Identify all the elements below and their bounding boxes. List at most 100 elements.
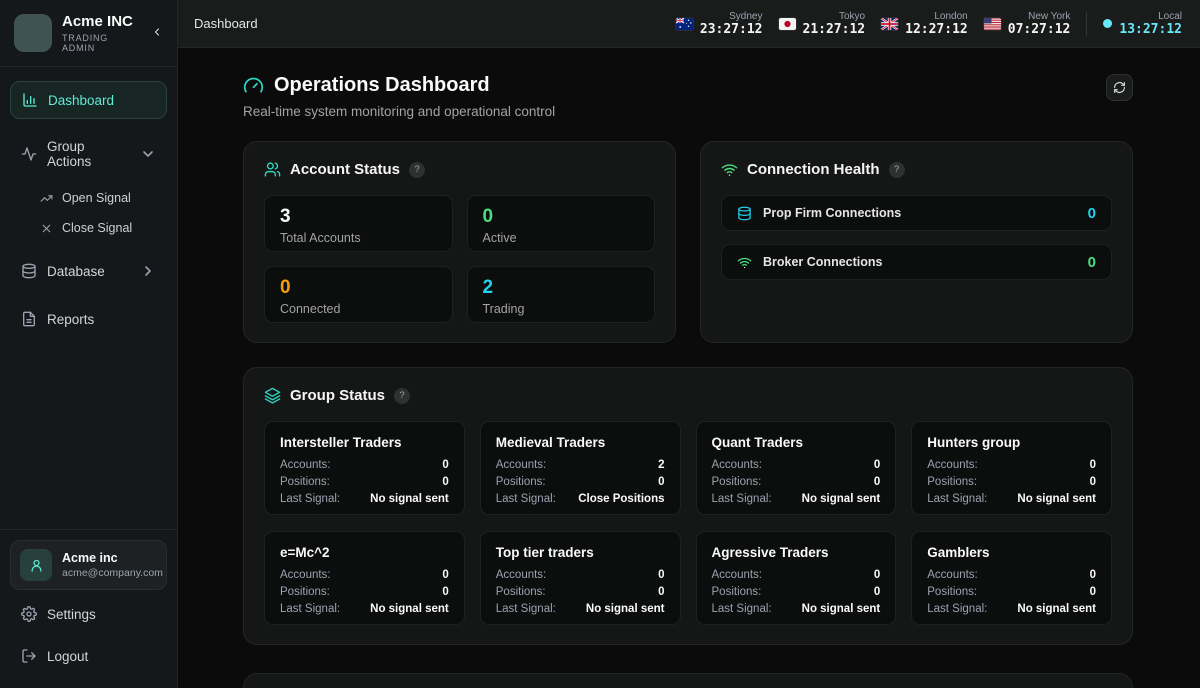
sidebar-item-label: Logout (47, 648, 89, 664)
group-field-label: Accounts: (495, 569, 547, 581)
user-email: acme@company.com (62, 566, 163, 579)
clock-city: London (934, 10, 968, 22)
help-icon[interactable]: ? (888, 161, 905, 178)
activity-icon (21, 147, 37, 161)
group-field-value: 0 (873, 459, 881, 471)
group-field-label: Last Signal: (927, 603, 988, 615)
x-icon (42, 224, 51, 232)
group-field-value: 0 (658, 586, 665, 598)
sidebar-item-open-signal[interactable]: Open Signal (10, 183, 167, 213)
wifi-icon (737, 257, 752, 269)
group-field-label: Positions: (495, 586, 546, 598)
flag-japan-icon (778, 17, 796, 30)
latest-news-card: Latest News This Week (243, 673, 1133, 688)
group-field-label: Last Signal: (280, 493, 341, 505)
group-field-value: No signal sent (585, 603, 665, 615)
sidebar-item-label: Settings (47, 606, 96, 622)
clock-divider (1086, 11, 1088, 36)
flag-australia-icon (675, 17, 693, 30)
group-field-label: Positions: (927, 476, 978, 488)
group-field-label: Accounts: (280, 569, 331, 581)
local-clock-dot-icon (1103, 19, 1113, 28)
sidebar-item-label: Reports (47, 311, 95, 327)
sidebar-nav: Dashboard Group Actions Open Signal Clos… (0, 67, 177, 529)
group-field-label: Last Signal: (711, 603, 772, 615)
group-field-value: 2 (658, 459, 665, 471)
group-field-label: Accounts: (927, 569, 978, 581)
flag-uk-icon (881, 17, 899, 30)
group-tile: Medieval Traders Accounts: 2 Positions: … (479, 421, 681, 515)
group-field-value: 0 (1089, 476, 1096, 488)
database-icon (738, 206, 751, 220)
group-field-value: 0 (658, 569, 665, 581)
stat-value: 0 (482, 206, 494, 227)
users-icon (264, 162, 281, 177)
layers-icon (264, 387, 281, 404)
group-field-value: 0 (873, 586, 881, 598)
connection-value: 0 (1087, 204, 1096, 222)
group-name: Top tier traders (495, 545, 594, 560)
user-name: Acme inc (62, 551, 118, 566)
group-field-label: Positions: (280, 476, 330, 488)
file-text-icon (22, 311, 35, 327)
stat-active: 0 Active (466, 195, 655, 252)
group-name: e=Mc^2 (280, 545, 330, 560)
user-profile-card[interactable]: Acme inc acme@company.com (10, 540, 167, 590)
group-field-value: 0 (442, 569, 449, 581)
clock-time: 23:27:12 (699, 21, 763, 37)
group-field-value: 0 (873, 569, 881, 581)
help-icon[interactable]: ? (409, 161, 426, 178)
group-field-value: No signal sent (1017, 493, 1096, 505)
stat-label: Total Accounts (280, 230, 361, 245)
app-root: Acme INC TRADING ADMIN Dashboard Group A… (0, 0, 1200, 688)
group-name: Agressive Traders (711, 545, 829, 560)
group-name: Intersteller Traders (280, 435, 402, 450)
group-field-label: Last Signal: (495, 493, 556, 505)
refresh-button[interactable] (1106, 74, 1133, 101)
sidebar-collapse-button[interactable] (149, 24, 165, 43)
sidebar-item-label: Database (47, 263, 105, 279)
sidebar-item-reports[interactable]: Reports (10, 301, 167, 337)
sidebar-item-database[interactable]: Database (10, 253, 167, 289)
database-icon (22, 263, 36, 279)
group-tile: Hunters group Accounts: 0 Positions: 0 L… (911, 421, 1112, 515)
group-field-value: No signal sent (1017, 603, 1096, 615)
user-icon (31, 559, 41, 572)
group-field-label: Accounts: (495, 459, 547, 471)
sidebar-item-group-actions[interactable]: Group Actions (10, 129, 167, 179)
chevron-down-icon (143, 151, 153, 157)
group-field-label: Positions: (280, 586, 330, 598)
sidebar-item-label: Close Signal (62, 221, 133, 235)
clock-time: 07:27:12 (1007, 21, 1071, 37)
group-field-label: Positions: (495, 476, 546, 488)
clock-time: 21:27:12 (802, 21, 866, 37)
sidebar-item-logout[interactable]: Logout (10, 638, 167, 674)
breadcrumb: Dashboard (194, 16, 258, 31)
group-field-value: 0 (873, 476, 881, 488)
sidebar-item-settings[interactable]: Settings (10, 596, 167, 632)
group-field-value: Close Positions (578, 493, 665, 505)
group-tile: Quant Traders Accounts: 0 Positions: 0 L… (695, 421, 897, 515)
group-field-label: Last Signal: (711, 493, 772, 505)
page-subtitle: Real-time system monitoring and operatio… (243, 104, 556, 119)
trending-up-icon (40, 194, 53, 202)
card-title: Account Status (290, 161, 401, 178)
connection-health-card: Connection Health ? Prop Firm Connection… (700, 141, 1133, 343)
group-field-value: 0 (442, 476, 449, 488)
group-field-label: Positions: (711, 586, 762, 598)
sidebar-item-dashboard[interactable]: Dashboard (10, 81, 167, 119)
group-tile: Top tier traders Accounts: 0 Positions: … (479, 531, 681, 625)
group-field-label: Last Signal: (280, 603, 341, 615)
group-field-value: No signal sent (801, 493, 881, 505)
brand-name: Acme INC (62, 13, 133, 30)
group-field-value: No signal sent (370, 603, 449, 615)
flag-usa-icon (983, 17, 1001, 30)
group-field-label: Accounts: (927, 459, 978, 471)
help-icon[interactable]: ? (394, 387, 411, 404)
bar-chart-icon (23, 93, 37, 107)
clock-time: 13:27:12 (1119, 21, 1182, 37)
group-field-value: 0 (1089, 459, 1096, 471)
sidebar-item-close-signal[interactable]: Close Signal (10, 213, 167, 243)
wifi-icon (721, 164, 738, 177)
sidebar-item-label: Group Actions (47, 139, 92, 169)
